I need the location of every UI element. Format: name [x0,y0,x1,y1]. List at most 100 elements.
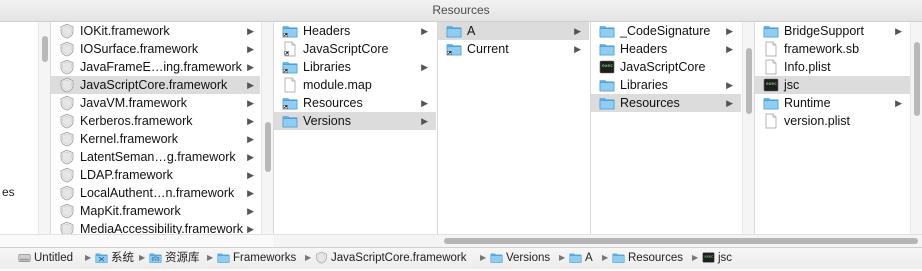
item-label: LatentSeman…g.framework [80,150,236,164]
disclosure-arrow-icon: ▶ [726,26,733,36]
list-item-kerberos-framework[interactable]: Kerberos.framework ▶ [51,112,260,130]
path-item-label: A [585,252,593,264]
list-item-versions[interactable]: Versions ▶ [274,112,436,130]
disclosure-arrow-icon: ▶ [247,134,254,144]
svg-text:exec: exec [602,64,613,69]
framework-icon [59,77,75,93]
item-label: jsc [784,78,800,92]
list-item-mapkit-framework[interactable]: MapKit.framework ▶ [51,202,260,220]
list-item-javascriptcore[interactable]: JavaScriptCore [274,40,436,58]
folder-icon [490,251,503,264]
item-label: Headers [620,42,668,56]
framework-icon [59,59,75,75]
disclosure-arrow-icon: ▶ [726,98,733,108]
list-item-libraries[interactable]: Libraries ▶ [591,76,741,94]
item-label: framework.sb [784,42,860,56]
list-item-version-plist[interactable]: version.plist [755,112,910,130]
item-label: IOSurface.framework [80,42,199,56]
list-item-javascriptcore[interactable]: exec JavaScriptCore [591,58,741,76]
folder-icon [763,95,779,111]
list-item-framework-sb[interactable]: framework.sb [755,40,910,58]
disclosure-arrow-icon: ▶ [247,62,254,72]
svg-text:exec: exec [704,255,713,259]
column-javascriptcore: Headers ▶ JavaScriptCore Libraries ▶ modul… [274,22,436,234]
disclosure-arrow-icon: ▶ [574,26,581,36]
framework-icon [59,41,75,57]
horizontal-scroll-thumb[interactable] [444,238,918,244]
list-item-javaframee-ing-framework[interactable]: JavaFrameE…ing.framework ▶ [51,58,260,76]
list-item-resources[interactable]: Resources ▶ [274,94,436,112]
horizontal-scrollbar[interactable] [0,234,922,247]
document-icon [282,77,298,93]
path-separator-icon: ▶ [559,253,566,262]
list-item-javascriptcore-framework[interactable]: JavaScriptCore.framework ▶ [51,76,260,94]
alias-file-icon [282,41,298,57]
path-item-label: 系统 [111,252,134,264]
path-separator-icon: ▶ [602,253,609,262]
framework-icon [59,203,75,219]
item-label: Libraries [620,78,668,92]
list-item-latentseman-g-framework[interactable]: LatentSeman…g.framework ▶ [51,148,260,166]
list-item-jsc[interactable]: exec jsc [755,76,910,94]
list-item-headers[interactable]: Headers ▶ [274,22,436,40]
item-label: LocalAuthent…n.framework [80,186,235,200]
list-item-current[interactable]: Current ▶ [438,40,589,58]
list-item-iokit-framework[interactable]: IOKit.framework ▶ [51,22,260,40]
item-label: MapKit.framework [80,204,181,218]
framework-icon [59,131,75,147]
disclosure-arrow-icon: ▶ [574,44,581,54]
disclosure-arrow-icon: ▶ [726,80,733,90]
item-label: JavaScriptCore [303,42,389,56]
document-icon [763,59,779,75]
list-item-mediaaccessibility-framework[interactable]: MediaAccessibility.framework ▶ [51,220,260,234]
item-label: Info.plist [784,60,831,74]
folder-icon [599,77,615,93]
list-item-libraries[interactable]: Libraries ▶ [274,58,436,76]
window-title: Resources [0,0,922,22]
folder-icon [599,41,615,57]
item-label: module.map [303,78,372,92]
folder-icon [763,23,779,39]
list-item-bridgesupport[interactable]: BridgeSupport ▶ [755,22,910,40]
path-separator-icon: ▶ [480,253,487,262]
item-label: JavaVM.framework [80,96,187,110]
item-label: MediaAccessibility.framework [80,222,244,234]
column-browser: es IOKit.framework ▶ IOSurface.framework ▶… [0,22,922,234]
path-item-label: Frameworks [233,252,297,264]
list-item-localauthent-n-framework[interactable]: LocalAuthent…n.framework ▶ [51,184,260,202]
folder-icon [217,251,230,264]
framework-icon [59,23,75,39]
disclosure-arrow-icon: ▶ [895,26,902,36]
list-item-module-map[interactable]: module.map [274,76,436,94]
item-label: Kerberos.framework [80,114,193,128]
path-item-label: jsc [718,252,733,264]
column-5-scrollbar[interactable] [910,22,922,234]
item-label: Runtime [784,96,831,110]
list-item-headers[interactable]: Headers ▶ [591,40,741,58]
document-icon [763,41,779,57]
folder-icon [599,23,615,39]
list-item-javavm-framework[interactable]: JavaVM.framework ▶ [51,94,260,112]
disclosure-arrow-icon: ▶ [247,98,254,108]
item-label: IOKit.framework [80,24,170,38]
list-item-a[interactable]: A ▶ [438,22,589,40]
list-item-info-plist[interactable]: Info.plist [755,58,910,76]
list-item-iosurface-framework[interactable]: IOSurface.framework ▶ [51,40,260,58]
item-label: _CodeSignature [620,24,711,38]
alias-folder-icon [282,59,298,75]
item-label: LDAP.framework [80,168,173,182]
library-folder-icon [149,251,162,264]
disclosure-arrow-icon: ▶ [895,98,902,108]
list-item-kernel-framework[interactable]: Kernel.framework ▶ [51,130,260,148]
framework-icon [315,251,328,264]
system-folder-icon [95,251,108,264]
list-item-ldap-framework[interactable]: LDAP.framework ▶ [51,166,260,184]
path-item-label: 资源库 [165,252,200,264]
framework-icon [59,149,75,165]
disclosure-arrow-icon: ▶ [247,224,254,234]
list-item-runtime[interactable]: Runtime ▶ [755,94,910,112]
list-item-resources[interactable]: Resources ▶ [591,94,741,112]
item-label: Resources [303,96,363,110]
folder-icon [599,95,615,111]
list-item-codesignature[interactable]: _CodeSignature ▶ [591,22,741,40]
